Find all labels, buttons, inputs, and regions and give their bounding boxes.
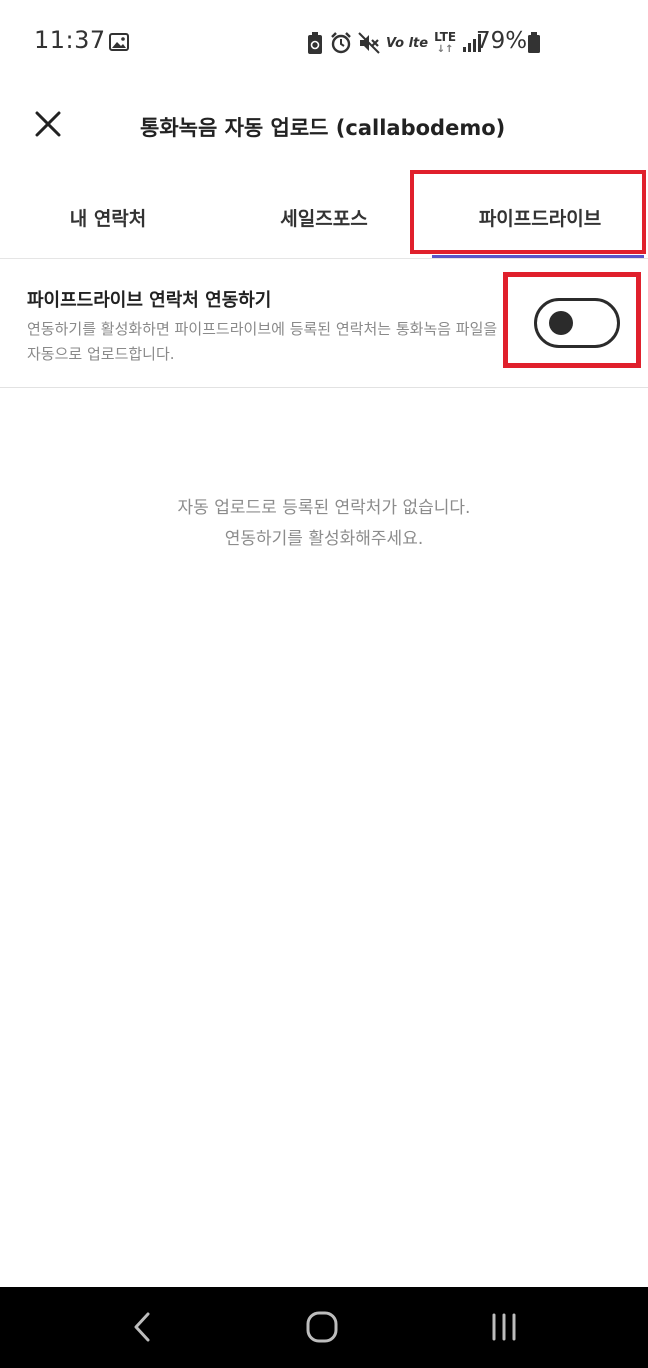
gallery-icon bbox=[109, 33, 129, 51]
tab-salesforce[interactable]: 세일즈포스 bbox=[216, 176, 432, 258]
setting-description: 연동하기를 활성화하면 파이프드라이브에 등록된 연락처는 통화녹음 파일을 자… bbox=[27, 320, 498, 363]
lte-label: LTE ↓↑ bbox=[434, 29, 457, 55]
status-icons: Vo lte LTE ↓↑ bbox=[306, 30, 482, 56]
status-bar: 11:37 Vo lte LTE ↓↑ 79% bbox=[0, 0, 648, 86]
nav-recents-button[interactable] bbox=[474, 1305, 534, 1349]
empty-state-message: 자동 업로드로 등록된 연락처가 없습니다. 연동하기를 활성화해주세요. bbox=[0, 493, 648, 555]
battery-percent: 79% bbox=[476, 28, 528, 54]
tab-label: 세일즈포스 bbox=[280, 207, 368, 230]
page-title: 통화녹음 자동 업로드 (callabodemo) bbox=[140, 116, 506, 140]
tab-highlight-box bbox=[410, 170, 646, 254]
close-icon bbox=[35, 111, 61, 137]
setting-title: 파이프드라이브 연락처 연동하기 bbox=[27, 290, 272, 311]
empty-state-line-1: 자동 업로드로 등록된 연락처가 없습니다. bbox=[177, 498, 471, 518]
screen: 11:37 Vo lte LTE ↓↑ 79% 통화녹음 자동 업로드 (cal… bbox=[0, 0, 648, 1368]
mute-icon bbox=[358, 32, 380, 54]
back-icon bbox=[134, 1312, 150, 1342]
setting-divider bbox=[0, 387, 648, 388]
app-header: 통화녹음 자동 업로드 (callabodemo) bbox=[0, 86, 648, 166]
nav-back-button[interactable] bbox=[112, 1305, 172, 1349]
tab-my-contacts[interactable]: 내 연락처 bbox=[0, 176, 216, 258]
close-button[interactable] bbox=[24, 100, 72, 148]
volte-label: Vo lte bbox=[386, 35, 429, 51]
toggle-highlight-box bbox=[503, 272, 641, 368]
empty-state-line-2: 연동하기를 활성화해주세요. bbox=[224, 529, 424, 549]
system-nav-bar bbox=[0, 1287, 648, 1368]
nav-home-button[interactable] bbox=[292, 1305, 352, 1349]
lte-text: LTE bbox=[434, 29, 457, 44]
data-arrows-icon: ↓↑ bbox=[436, 43, 454, 55]
battery-icon bbox=[528, 32, 540, 53]
tab-label: 내 연락처 bbox=[69, 207, 147, 230]
battery-saver-icon bbox=[308, 32, 322, 54]
home-icon bbox=[306, 1311, 338, 1343]
status-time: 11:37 bbox=[34, 26, 106, 54]
alarm-icon bbox=[331, 32, 351, 54]
recents-icon bbox=[492, 1313, 516, 1341]
